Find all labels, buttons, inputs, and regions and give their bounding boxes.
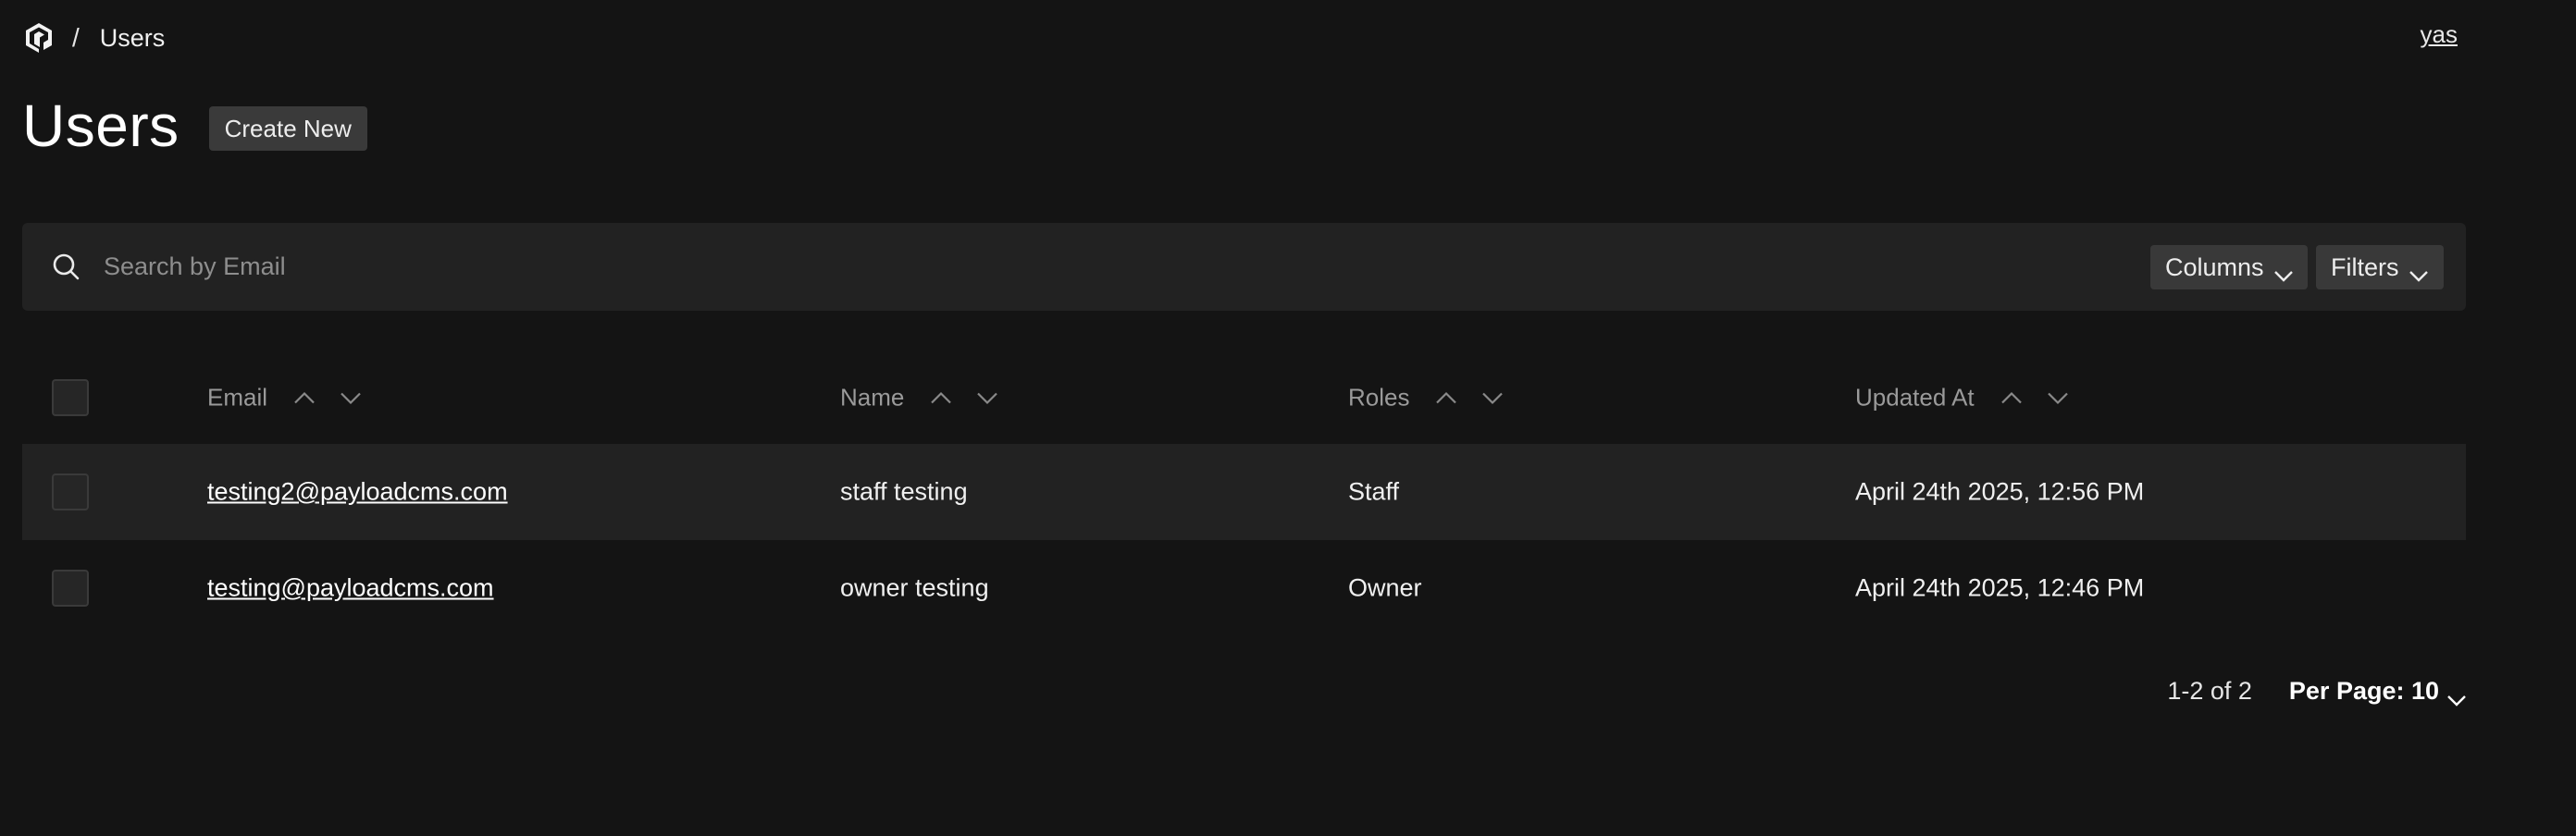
name-cell: owner testing [840, 573, 989, 602]
sort-descending-icon[interactable] [1481, 390, 1504, 405]
chevron-down-icon [2273, 261, 2294, 282]
users-list-page: / Users yas Users Create New Columns Fil… [0, 0, 2576, 836]
payload-logo-icon[interactable] [22, 21, 56, 55]
column-header-label: Updated At [1855, 383, 1975, 412]
page-info: 1-2 of 2 [2167, 677, 2252, 705]
columns-toggle-button[interactable]: Columns [2150, 245, 2308, 289]
email-link[interactable]: testing@payloadcms.com [207, 574, 494, 603]
sort-descending-icon[interactable] [2047, 390, 2069, 405]
chevron-down-icon [2409, 261, 2429, 282]
users-table: Email Name Roles Updated At testing2@pay… [22, 351, 2466, 636]
page-header: Users Create New [22, 91, 367, 161]
per-page-dropdown[interactable]: Per Page: 10 [2288, 677, 2467, 707]
sort-controls [1435, 390, 1504, 405]
create-new-button[interactable]: Create New [208, 106, 367, 151]
page-title: Users [22, 92, 180, 159]
breadcrumb-separator: / [72, 23, 80, 52]
columns-label: Columns [2165, 252, 2264, 281]
sort-ascending-icon[interactable] [930, 390, 952, 405]
column-header-roles: Roles [1348, 384, 1504, 412]
column-header-name: Name [840, 384, 998, 412]
account-link[interactable]: yas [2421, 20, 2458, 49]
search-input[interactable] [104, 243, 2047, 289]
select-all-checkbox[interactable] [52, 379, 89, 416]
row-select-checkbox[interactable] [52, 473, 89, 510]
roles-cell: Staff [1348, 477, 1400, 506]
breadcrumb-current: Users [99, 23, 166, 52]
sort-controls [293, 390, 362, 405]
breadcrumb: / Users [22, 17, 165, 59]
sort-descending-icon[interactable] [340, 390, 362, 405]
filters-toggle-button[interactable]: Filters [2316, 245, 2444, 289]
name-cell: staff testing [840, 477, 968, 506]
sort-ascending-icon[interactable] [2000, 390, 2023, 405]
updated-at-cell: April 24th 2025, 12:56 PM [1855, 477, 2145, 506]
list-controls: Columns Filters [22, 223, 2466, 311]
column-header-label: Roles [1348, 383, 1410, 412]
per-page-label: Per Page: 10 [2288, 677, 2439, 705]
column-header-label: Email [207, 383, 268, 412]
sort-controls [2000, 390, 2069, 405]
row-select-checkbox[interactable] [52, 570, 89, 607]
sort-controls [930, 390, 998, 405]
pagination: 1-2 of 2 Per Page: 10 [2167, 677, 2467, 707]
roles-cell: Owner [1348, 573, 1422, 602]
column-header-label: Name [840, 383, 905, 412]
email-link[interactable]: testing2@payloadcms.com [207, 478, 508, 507]
table-row: testing2@payloadcms.com staff testing St… [22, 444, 2466, 540]
table-header-row: Email Name Roles Updated At [22, 351, 2466, 444]
filters-label: Filters [2331, 252, 2399, 281]
column-header-updated-at: Updated At [1855, 384, 2069, 412]
column-header-email: Email [207, 384, 362, 412]
table-row: testing@payloadcms.com owner testing Own… [22, 540, 2466, 636]
search-icon [50, 251, 83, 284]
sort-ascending-icon[interactable] [1435, 390, 1457, 405]
chevron-down-icon [2446, 685, 2467, 707]
sort-ascending-icon[interactable] [293, 390, 316, 405]
sort-descending-icon[interactable] [976, 390, 998, 405]
updated-at-cell: April 24th 2025, 12:46 PM [1855, 573, 2145, 602]
